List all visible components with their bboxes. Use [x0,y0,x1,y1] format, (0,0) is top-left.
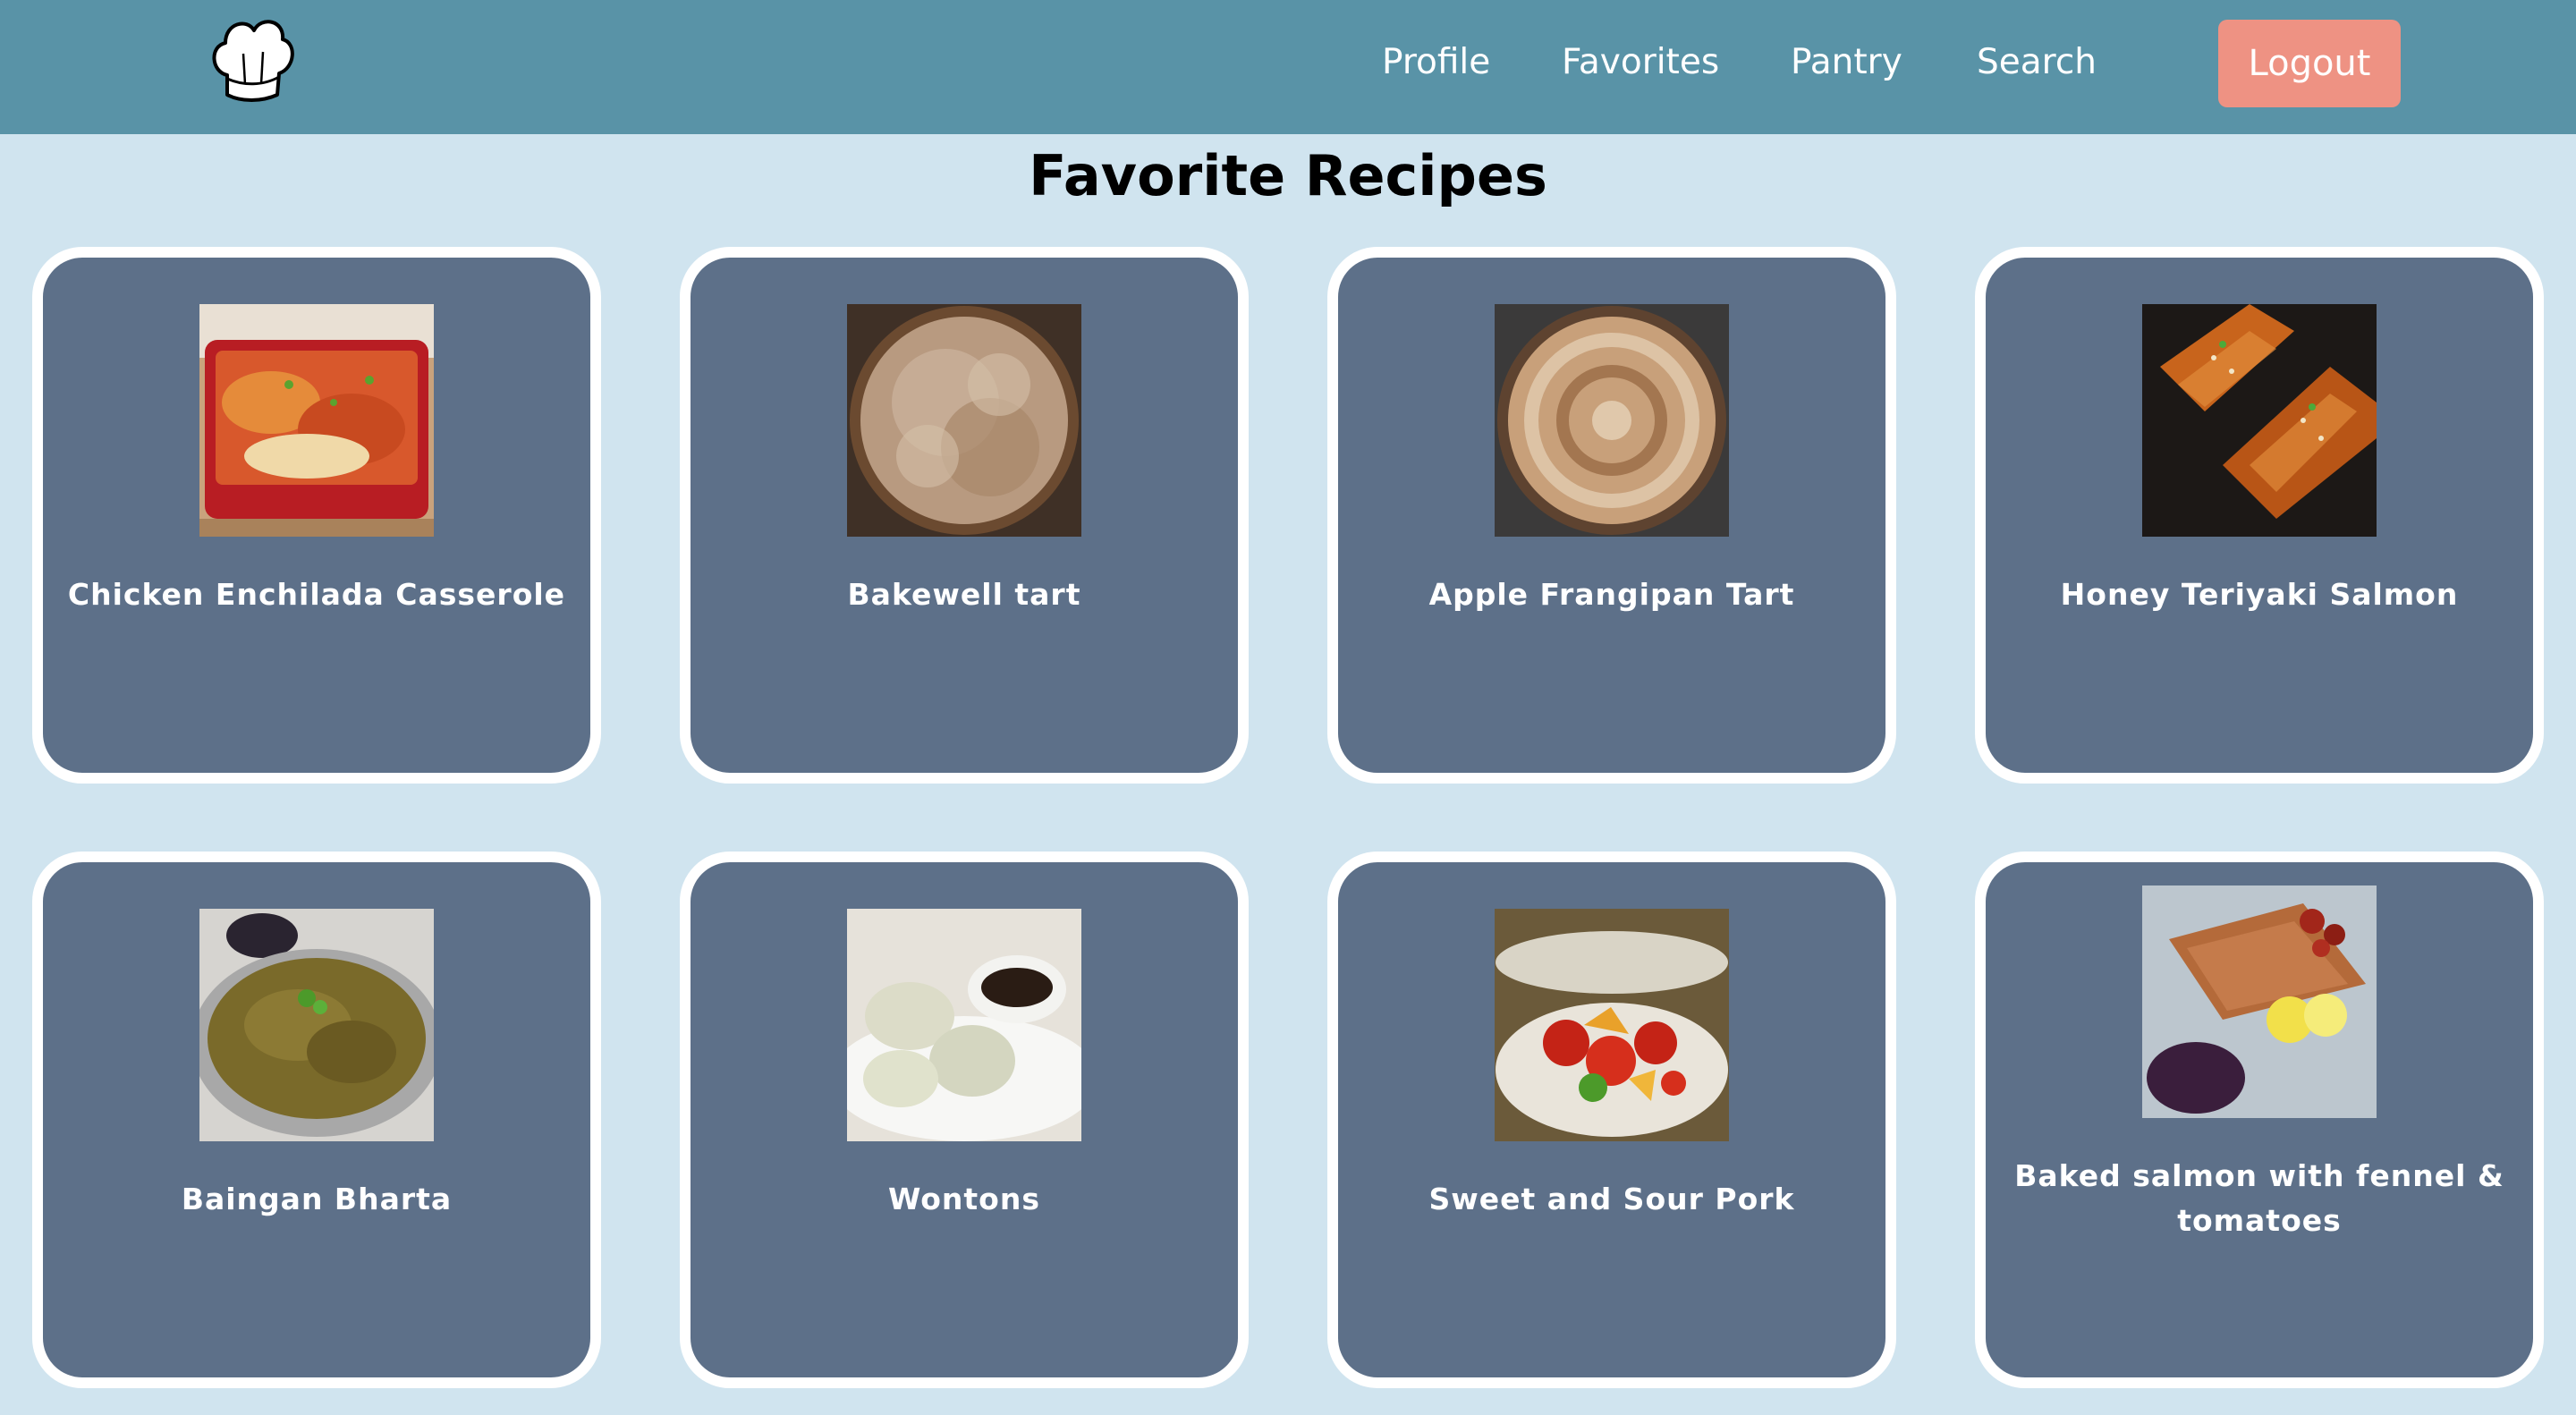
recipe-title: Baked salmon with fennel & tomatoes [2014,1158,2504,1238]
recipe-card[interactable]: Baingan Bharta [32,852,601,1388]
recipe-title: Baingan Bharta [181,1182,453,1216]
recipe-title: Sweet and Sour Pork [1428,1182,1795,1216]
nav-link-favorites[interactable]: Favorites [1562,38,1719,88]
recipe-card[interactable]: Sweet and Sour Pork [1327,852,1896,1388]
recipe-image [2142,885,2377,1118]
recipe-title: Apple Frangipan Tart [1428,577,1795,612]
recipe-image [847,304,1081,537]
chef-hat-logo-icon[interactable] [208,13,297,107]
recipe-card[interactable]: Chicken Enchilada Casserole [32,247,601,784]
recipe-card[interactable]: Honey Teriyaki Salmon [1975,247,2544,784]
recipe-image [1495,909,1729,1141]
nav-link-search[interactable]: Search [1977,38,2097,88]
page-title: Favorite Recipes [1029,143,1547,208]
recipe-image [1495,304,1729,537]
recipe-card[interactable]: Bakewell tart [680,247,1249,784]
recipe-title: Bakewell tart [847,577,1081,612]
recipe-image [199,909,434,1141]
nav-link-profile[interactable]: Profile [1382,38,1490,88]
recipe-card[interactable]: Apple Frangipan Tart [1327,247,1896,784]
recipe-image [847,909,1081,1141]
top-navbar: Profile Favorites Pantry Search Logout [0,0,2576,134]
logout-button[interactable]: Logout [2218,20,2401,107]
recipe-card[interactable]: Wontons [680,852,1249,1388]
recipe-card[interactable]: Baked salmon with fennel & tomatoes [1975,852,2544,1388]
nav-link-pantry[interactable]: Pantry [1791,38,1902,88]
recipe-image [199,304,434,537]
recipe-image [2142,304,2377,537]
recipe-title: Wontons [888,1182,1040,1216]
recipe-title: Honey Teriyaki Salmon [2060,577,2459,612]
recipe-title: Chicken Enchilada Casserole [67,577,566,612]
